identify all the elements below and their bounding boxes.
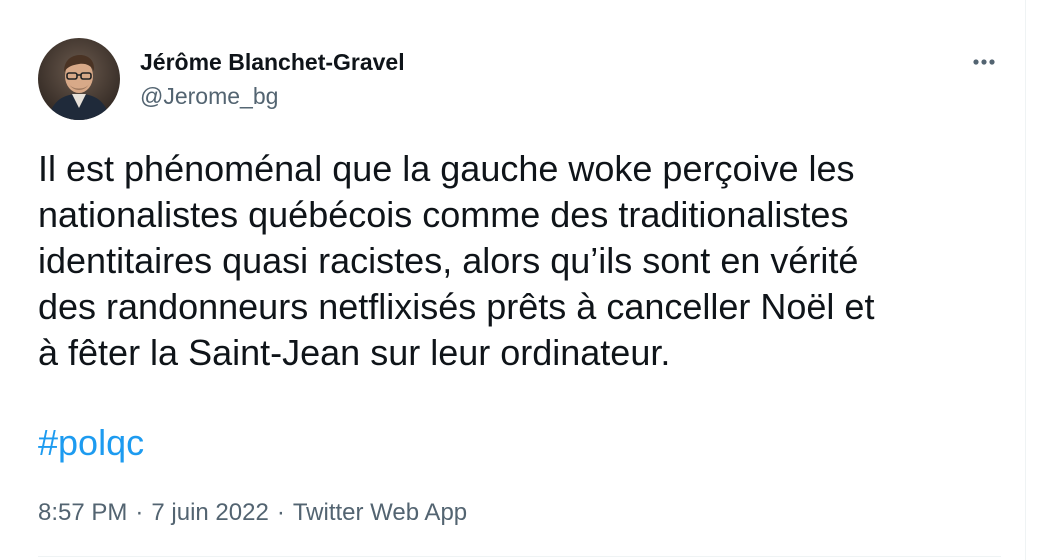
more-options-button[interactable] <box>966 50 1002 74</box>
author-display-name[interactable]: Jérôme Blanchet-Gravel <box>140 47 405 77</box>
tweet-header: Jérôme Blanchet-Gravel @Jerome_bg <box>38 38 405 120</box>
tweet-date[interactable]: 7 juin 2022 <box>151 497 268 529</box>
avatar[interactable] <box>38 38 120 120</box>
tweet-metadata: 8:57 PM · 7 juin 2022 · Twitter Web App <box>38 497 467 529</box>
more-horizontal-icon <box>973 59 995 65</box>
tweet-time[interactable]: 8:57 PM <box>38 497 127 529</box>
author-handle[interactable]: @Jerome_bg <box>140 81 405 111</box>
user-avatar-photo-icon <box>38 38 120 120</box>
meta-separator: · <box>135 499 144 526</box>
tweet-source[interactable]: Twitter Web App <box>293 497 467 529</box>
tweet-card: Jérôme Blanchet-Gravel @Jerome_bg Il est… <box>0 0 1026 560</box>
meta-separator: · <box>276 499 285 526</box>
author-names: Jérôme Blanchet-Gravel @Jerome_bg <box>140 47 405 111</box>
divider <box>38 556 1001 557</box>
tweet-text: Il est phénoménal que la gauche woke per… <box>38 148 875 373</box>
hashtag-link[interactable]: #polqc <box>38 420 144 466</box>
